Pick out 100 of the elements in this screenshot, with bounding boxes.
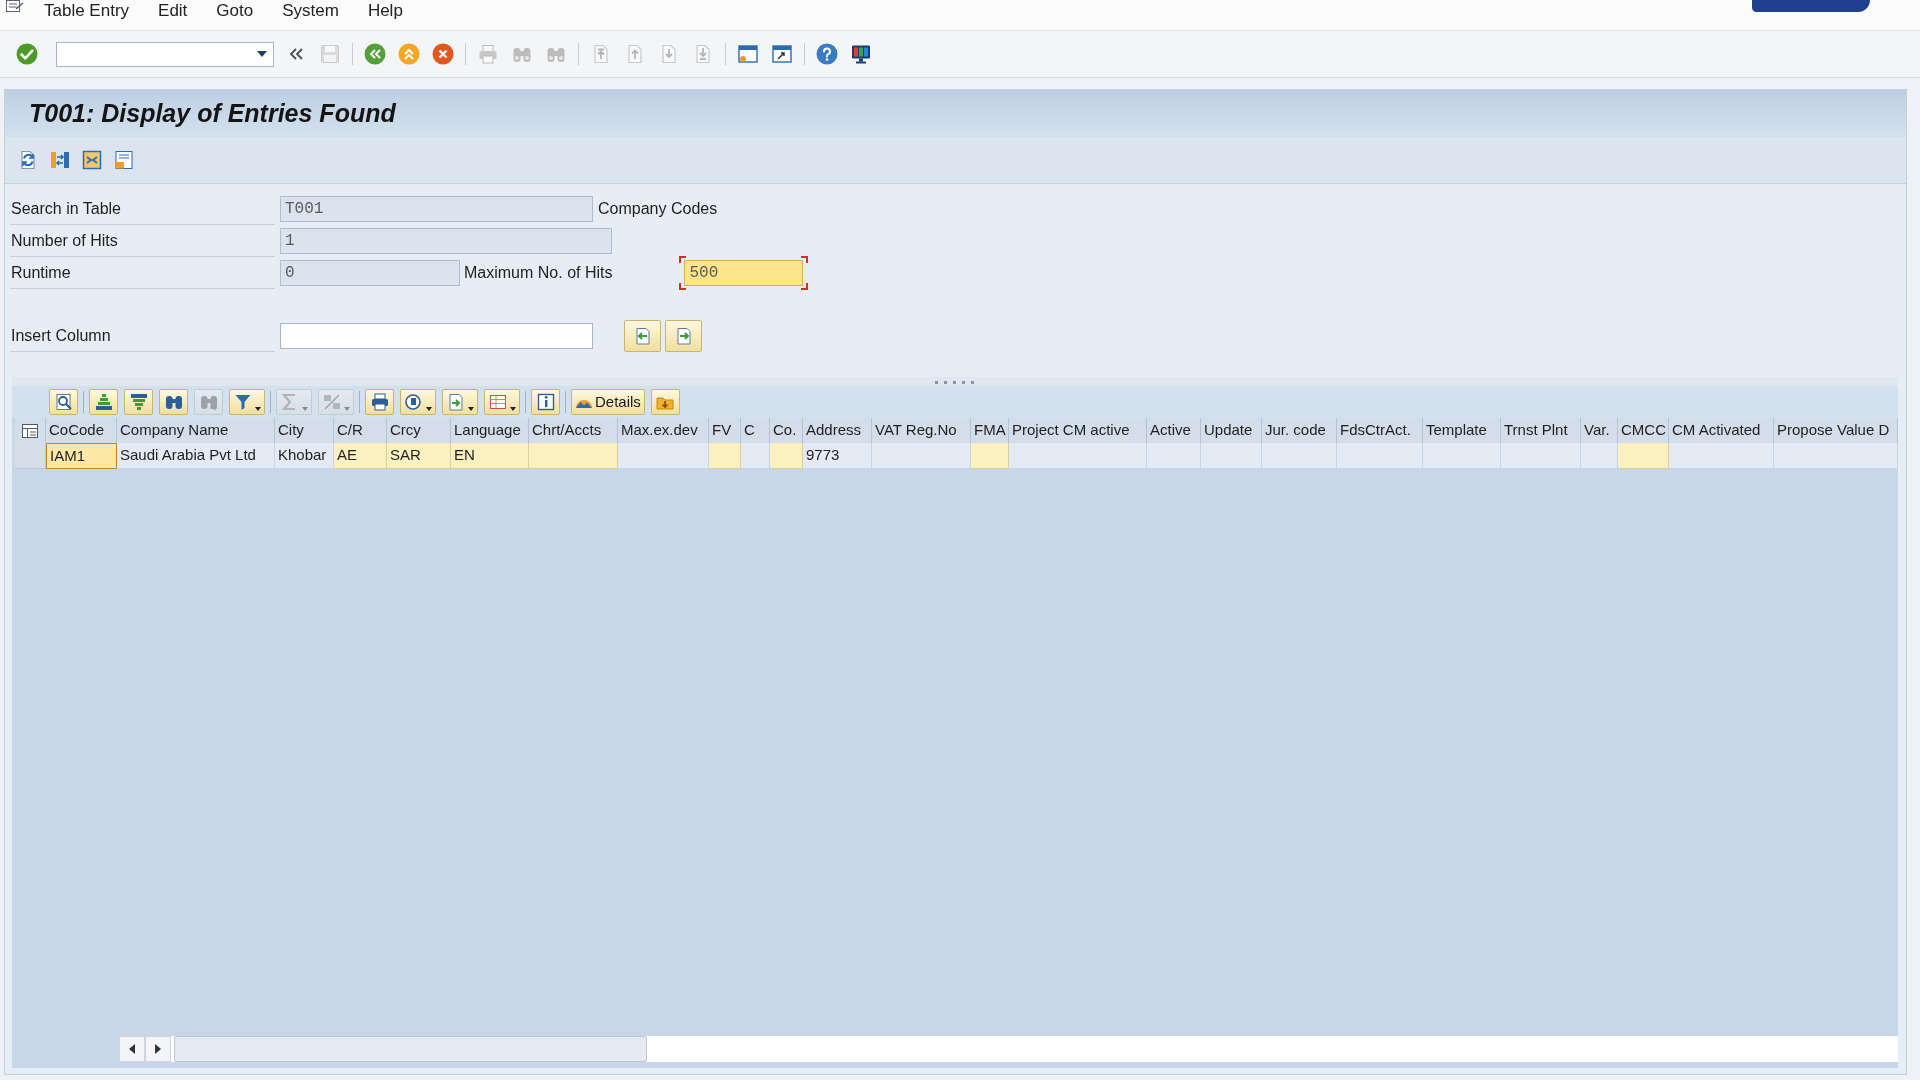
views-icon — [404, 392, 424, 412]
scroll-right-button[interactable] — [145, 1036, 171, 1062]
caret-down-icon — [468, 407, 474, 411]
column-header[interactable]: Trnst Plnt — [1501, 418, 1581, 443]
table-cell: IAM1 — [46, 443, 117, 469]
column-header[interactable]: C/R — [334, 418, 387, 443]
caret-down-icon — [510, 407, 516, 411]
column-header[interactable]: Crcy — [387, 418, 451, 443]
table-layout-icon — [488, 392, 508, 412]
table-cell: AE — [334, 443, 387, 469]
focus-corner-icon — [801, 256, 809, 263]
column-header[interactable]: Chrt/Accts — [529, 418, 618, 443]
column-header[interactable]: Propose Value D — [1774, 418, 1898, 443]
column-header[interactable]: VAT Reg.No — [872, 418, 971, 443]
magnifier-icon — [53, 392, 74, 412]
focus-corner-icon — [679, 256, 687, 263]
info-icon — [535, 392, 556, 412]
check-icon — [16, 43, 38, 65]
column-header[interactable]: Active — [1147, 418, 1201, 443]
column-header[interactable]: Template — [1423, 418, 1501, 443]
menu-item[interactable]: Goto — [216, 2, 254, 19]
column-menu-icon[interactable] — [22, 423, 38, 438]
column-header[interactable]: Language — [451, 418, 529, 443]
print-button[interactable] — [365, 389, 394, 415]
insert-column-button[interactable] — [624, 320, 661, 352]
table-cell: SAR — [387, 443, 451, 469]
column-header[interactable]: CoCode — [46, 418, 117, 443]
layout-button[interactable] — [484, 389, 520, 415]
swap-columns-button[interactable] — [49, 149, 71, 171]
input-field[interactable]: T001 — [280, 196, 593, 222]
scrollbar-thumb[interactable] — [174, 1036, 647, 1062]
field-label: Search in Table — [10, 193, 275, 225]
menu-item[interactable]: Edit — [158, 2, 188, 19]
column-header[interactable]: CMCC — [1618, 418, 1669, 443]
printer-icon — [369, 392, 390, 412]
column-header[interactable]: CM Activated — [1669, 418, 1774, 443]
field-label: Maximum No. of Hits — [464, 263, 613, 283]
input-field[interactable]: 0 — [280, 260, 460, 286]
caret-right-icon — [155, 1044, 161, 1054]
table-cell: 9773 — [803, 443, 872, 469]
column-header[interactable]: Max.ex.dev — [618, 418, 709, 443]
document-button[interactable] — [113, 149, 135, 171]
focus-corner-icon — [801, 283, 809, 290]
column-header[interactable]: FV — [709, 418, 741, 443]
column-header[interactable]: Update — [1201, 418, 1262, 443]
column-header[interactable]: Address — [803, 418, 872, 443]
up-chevron-circle-icon — [398, 43, 420, 65]
info-button[interactable] — [531, 389, 560, 415]
printer-icon — [477, 43, 499, 65]
frame-arrows-icon — [81, 149, 103, 171]
scroll-left-button[interactable] — [119, 1036, 145, 1062]
input-field[interactable]: 500 — [684, 260, 804, 286]
column-header[interactable]: Jur. code — [1262, 418, 1337, 443]
new-window-icon — [737, 43, 759, 65]
table-cell: Saudi Arabia Pvt Ltd — [117, 443, 275, 469]
command-field[interactable] — [56, 41, 274, 67]
field-label: Number of Hits — [10, 225, 275, 257]
column-header[interactable]: C — [741, 418, 770, 443]
caret-left-icon — [129, 1044, 135, 1054]
append-column-button[interactable] — [665, 320, 702, 352]
zoom-button[interactable] — [49, 389, 78, 415]
column-header[interactable]: Var. — [1581, 418, 1618, 443]
focus-corner-icon — [679, 283, 687, 290]
caret-down-icon[interactable] — [257, 51, 267, 57]
menu-item[interactable]: Help — [367, 2, 403, 19]
download-button[interactable] — [650, 389, 680, 415]
menu-item[interactable]: Table Entry — [44, 2, 130, 19]
field-label: Insert Column — [10, 320, 275, 352]
field-label: Runtime — [10, 257, 275, 289]
filter-icon — [233, 392, 253, 412]
column-header[interactable]: FMA — [971, 418, 1009, 443]
column-header[interactable]: Company Name — [117, 418, 275, 443]
find-button[interactable] — [159, 389, 188, 415]
input-field[interactable]: 1 — [280, 228, 612, 254]
column-header[interactable]: Project CM active — [1009, 418, 1147, 443]
details-button[interactable]: Details — [571, 389, 645, 415]
column-header[interactable]: City — [275, 418, 334, 443]
subtotal-icon — [322, 392, 342, 412]
columns-swap-icon — [49, 149, 71, 171]
table-cell: Khobar — [275, 443, 334, 469]
splitter-handle[interactable] — [934, 379, 976, 384]
monitor-icon — [850, 43, 872, 65]
export-icon — [446, 392, 466, 412]
back-icon — [364, 43, 386, 65]
sort-descending-button[interactable] — [124, 389, 153, 415]
menu-item[interactable]: System — [282, 2, 339, 19]
selection-button[interactable] — [81, 149, 103, 171]
help-icon — [816, 43, 838, 65]
views-button[interactable] — [400, 389, 436, 415]
column-header[interactable]: Co. — [770, 418, 803, 443]
document-icon — [113, 149, 135, 171]
column-header[interactable]: FdsCtrAct. — [1337, 418, 1423, 443]
sort-descending-icon — [128, 392, 149, 412]
sort-ascending-button[interactable] — [89, 389, 118, 415]
field-description: Company Codes — [598, 199, 718, 219]
caret-down-icon — [255, 407, 261, 411]
export-button[interactable] — [442, 389, 478, 415]
table-cell: EN — [451, 443, 529, 469]
filter-button[interactable] — [229, 389, 265, 415]
input-field[interactable] — [280, 323, 593, 349]
